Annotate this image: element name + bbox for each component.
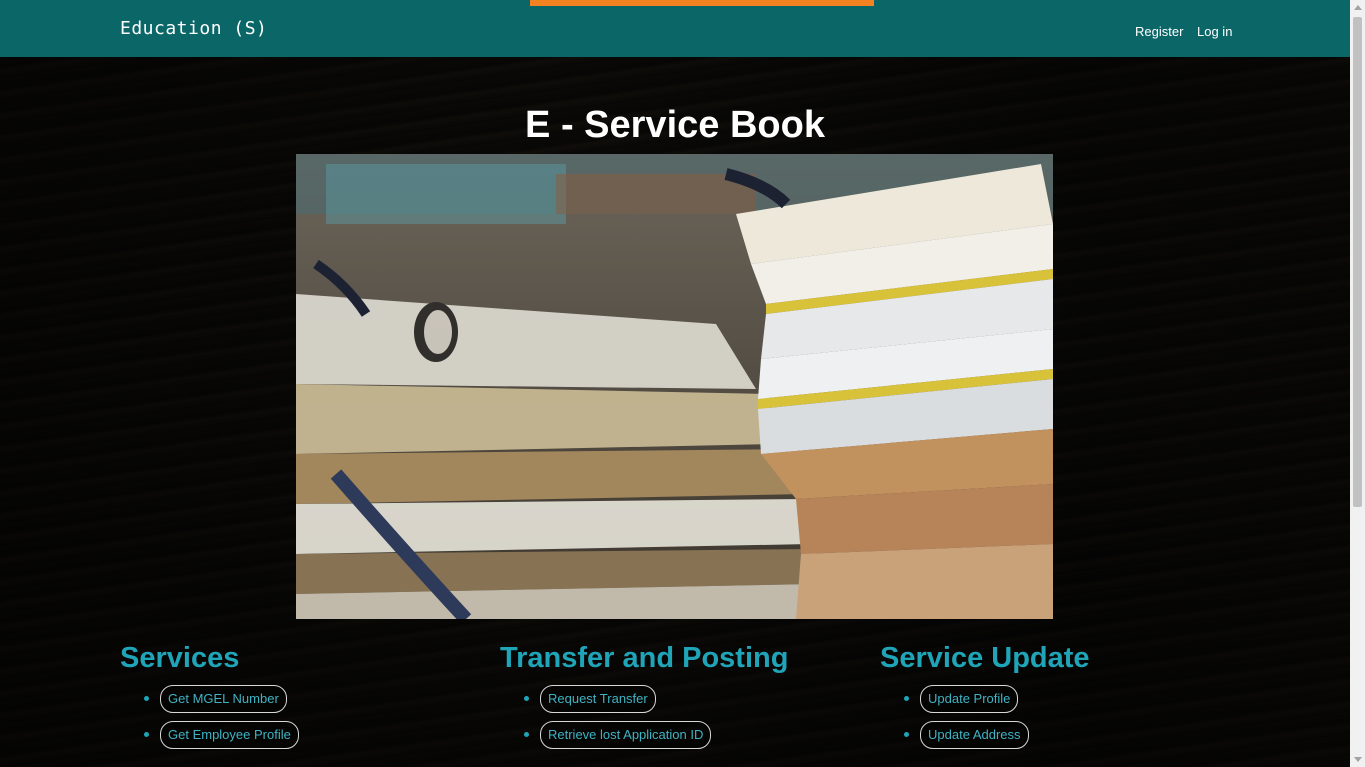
request-transfer-link[interactable]: Request Transfer <box>540 685 656 713</box>
scroll-up-icon[interactable] <box>1354 5 1362 10</box>
register-link[interactable]: Register <box>1135 24 1183 39</box>
transfer-posting-section: Transfer and Posting Request Transfer Re… <box>500 642 788 757</box>
brand-link[interactable]: Education (S) <box>120 18 267 39</box>
stacked-files-illustration <box>296 154 1053 619</box>
hero-image <box>296 154 1053 619</box>
navbar: Education (S) Register Log in <box>0 0 1350 57</box>
transfer-list: Request Transfer Retrieve lost Applicati… <box>500 685 788 757</box>
list-item: Get Employee Profile <box>144 721 299 757</box>
list-item: Update Address <box>904 721 1090 757</box>
scrollbar-thumb[interactable] <box>1353 17 1362 507</box>
update-address-link[interactable]: Update Address <box>920 721 1029 749</box>
list-item: Update Profile <box>904 685 1090 721</box>
service-update-heading: Service Update <box>880 642 1090 674</box>
page-title: E - Service Book <box>525 104 825 146</box>
services-heading: Services <box>120 642 240 674</box>
list-item: Request Transfer <box>524 685 788 721</box>
transfer-posting-heading: Transfer and Posting <box>500 642 789 674</box>
list-item: Retrieve lost Application ID <box>524 721 788 757</box>
retrieve-application-id-link[interactable]: Retrieve lost Application ID <box>540 721 712 749</box>
get-employee-profile-link[interactable]: Get Employee Profile <box>160 721 299 749</box>
navbar-accent-bar <box>530 0 874 6</box>
vertical-scrollbar[interactable] <box>1350 0 1365 767</box>
login-link[interactable]: Log in <box>1197 24 1232 39</box>
services-list: Get MGEL Number Get Employee Profile <box>120 685 299 757</box>
service-update-section: Service Update Update Profile Update Add… <box>880 642 1090 757</box>
update-profile-link[interactable]: Update Profile <box>920 685 1019 713</box>
get-mgel-number-link[interactable]: Get MGEL Number <box>160 685 287 713</box>
list-item: Get MGEL Number <box>144 685 287 721</box>
services-section: Services Get MGEL Number Get Employee Pr… <box>120 642 299 757</box>
service-update-list: Update Profile Update Address <box>880 685 1090 757</box>
scroll-down-icon[interactable] <box>1354 757 1362 762</box>
